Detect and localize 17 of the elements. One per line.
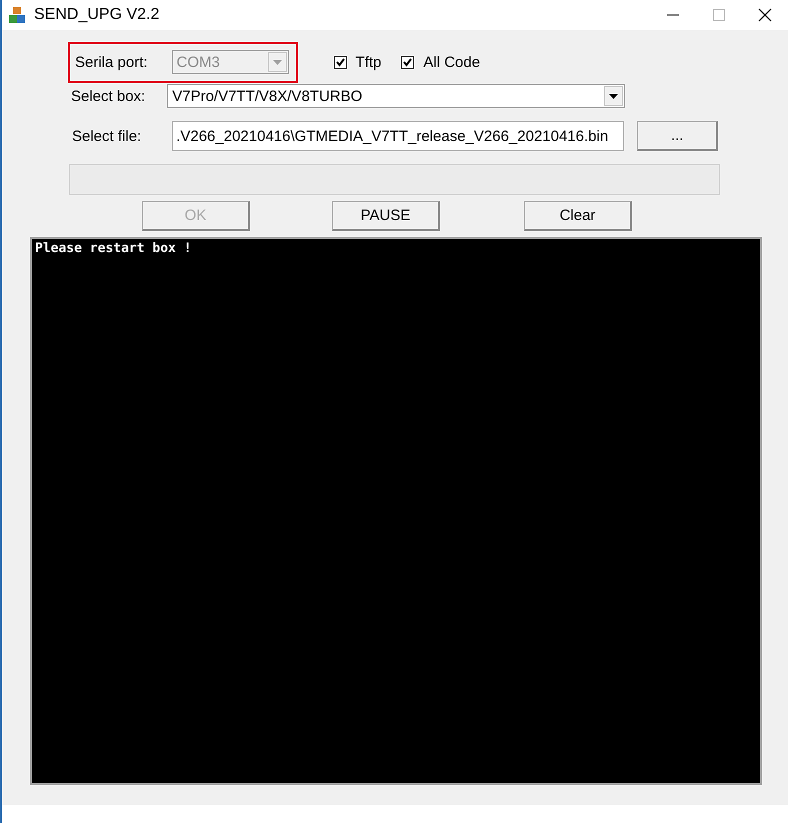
- checkbox-option[interactable]: All Code: [401, 54, 480, 70]
- file-path-field[interactable]: .V266_20210416\GTMEDIA_V7TT_release_V266_20210416.bin: [172, 121, 624, 151]
- console-line: Please restart box !: [35, 241, 193, 256]
- close-icon[interactable]: [758, 8, 772, 22]
- checkbox-option[interactable]: Tftp: [334, 54, 382, 70]
- window-title: SEND_UPG V2.2: [34, 6, 160, 24]
- serial-port-label: Serila port:: [75, 54, 148, 70]
- app-icon: [8, 6, 26, 24]
- action-button[interactable]: Clear: [524, 201, 632, 231]
- select-file-label: Select file:: [72, 128, 142, 144]
- select-box-label: Select box:: [71, 88, 146, 104]
- checkmark-icon: [334, 56, 346, 68]
- browse-button[interactable]: ...: [637, 121, 718, 151]
- action-button[interactable]: PAUSE: [332, 201, 440, 231]
- box-model-dropdown[interactable]: V7Pro/V7TT/V8X/V8TURBO: [167, 84, 626, 108]
- checkmark-icon: [402, 56, 414, 68]
- dropdown-arrow-icon[interactable]: [609, 94, 618, 98]
